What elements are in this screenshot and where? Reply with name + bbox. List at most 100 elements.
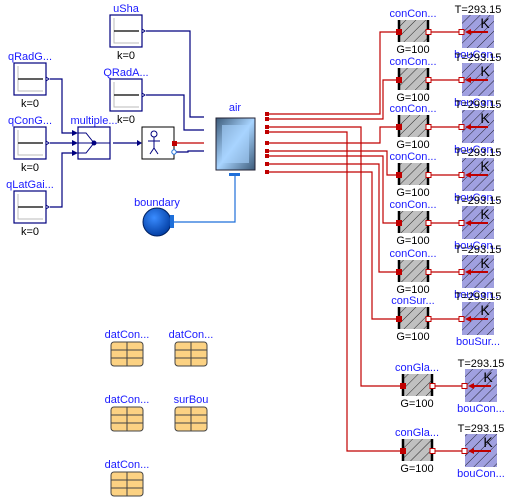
block-name: air <box>229 102 242 114</box>
connection-line <box>50 78 72 134</box>
connection-line <box>267 79 396 120</box>
data-record[interactable]: datCon... <box>105 459 150 497</box>
connection-line <box>146 30 204 118</box>
constant-source-block[interactable]: uSha k=0 <box>109 3 146 62</box>
fixed-temperature-boundary[interactable]: KT=293.15 bouCon... <box>457 423 505 480</box>
kelvin-icon: K <box>483 369 493 385</box>
heat-port[interactable] <box>265 112 269 116</box>
room-air-volume[interactable]: air <box>215 102 256 176</box>
thermal-conductor[interactable]: conCon... G=100 <box>389 199 436 247</box>
block-parameter: k=0 <box>21 98 39 110</box>
connection-line <box>267 171 396 320</box>
conductor-name: conCon... <box>389 248 436 260</box>
boundary-temperature: T=293.15 <box>455 52 502 64</box>
heat-port[interactable] <box>265 149 269 153</box>
data-record[interactable]: datCon... <box>105 329 150 367</box>
boundary-temperature: T=293.15 <box>455 99 502 111</box>
modelica-diagram: uSha k=0 QRadA... k=0 qRadG... k=0 qConG... k=0… <box>6 3 505 497</box>
connection-line <box>176 150 204 153</box>
boundary-temperature: T=293.15 <box>455 195 502 207</box>
record-name: datCon... <box>105 459 150 471</box>
conductor-parameter: G=100 <box>400 398 433 410</box>
kelvin-icon: K <box>483 434 493 450</box>
connection-line <box>267 163 396 273</box>
heat-port[interactable] <box>265 117 269 121</box>
boundary-temperature: T=293.15 <box>455 291 502 303</box>
block-name: QRadA... <box>103 67 148 79</box>
heat-port[interactable] <box>265 154 269 158</box>
block-parameter: k=0 <box>21 162 39 174</box>
connection-line <box>146 94 204 131</box>
conductor-name: conCon... <box>389 103 436 115</box>
conductor-name: conCon... <box>389 199 436 211</box>
boundary-temperature: T=293.15 <box>458 423 505 435</box>
conductor-parameter: G=100 <box>396 44 429 56</box>
boundary-name: bouCon... <box>457 403 505 415</box>
conductor-parameter: G=100 <box>400 463 433 475</box>
conductor-name: conCon... <box>389 56 436 68</box>
heat-port[interactable] <box>265 170 269 174</box>
boundary-temperature: T=293.15 <box>455 4 502 16</box>
heat-port[interactable] <box>265 162 269 166</box>
conductor-name: conCon... <box>389 151 436 163</box>
multiplex-block[interactable]: multiple... <box>70 115 118 160</box>
kelvin-icon: K <box>480 110 490 126</box>
block-name: boundary <box>134 197 180 209</box>
kelvin-icon: K <box>480 206 490 222</box>
kelvin-icon: K <box>480 15 490 31</box>
block-name: qConG... <box>8 115 52 127</box>
record-name: surBou <box>174 394 209 406</box>
block-parameter: k=0 <box>117 114 135 126</box>
fixed-temperature-boundary[interactable]: KT=293.15 bouSur... <box>455 291 502 348</box>
thermal-conductor[interactable]: conCon...G=100 <box>389 56 436 104</box>
thermal-conductor[interactable]: conCon... G=100 <box>389 103 436 151</box>
constant-source-block[interactable]: qLatGai... k=0 <box>6 179 54 238</box>
block-name: multiple... <box>70 115 117 127</box>
constant-source-block[interactable]: qRadG... k=0 <box>8 51 52 110</box>
constant-source-block[interactable]: qConG... k=0 <box>8 115 52 174</box>
kelvin-icon: K <box>480 158 490 174</box>
thermal-conductor[interactable]: conSur... G=100 <box>391 295 434 343</box>
conductor-parameter: G=100 <box>396 235 429 247</box>
conductor-name: conGla... <box>395 427 439 439</box>
connection-line <box>267 126 400 387</box>
thermal-conductor[interactable]: conCon... G=100 <box>389 151 436 199</box>
thermal-conductor[interactable]: conGla... G=100 <box>395 362 439 410</box>
fixed-temperature-boundary[interactable]: KT=293.15 bouCon... <box>457 358 505 415</box>
thermal-conductor[interactable]: conCon... G=100 <box>389 8 436 56</box>
record-name: datCon... <box>105 394 150 406</box>
conductor-parameter: G=100 <box>396 331 429 343</box>
block-name: uSha <box>113 3 140 15</box>
kelvin-icon: K <box>480 63 490 79</box>
heat-port[interactable] <box>265 125 269 129</box>
data-record[interactable]: surBou <box>174 394 209 432</box>
heat-port[interactable] <box>265 141 269 145</box>
kelvin-icon: K <box>480 302 490 318</box>
connection-line <box>267 131 400 452</box>
conductor-name: conGla... <box>395 362 439 374</box>
boundary-name: bouCon... <box>457 468 505 480</box>
heat-port[interactable] <box>265 130 269 134</box>
boundary-temperature: T=293.15 <box>458 358 505 370</box>
block-parameter: k=0 <box>117 50 135 62</box>
conductor-parameter: G=100 <box>396 187 429 199</box>
kelvin-icon: K <box>480 255 490 271</box>
block-parameter: k=0 <box>21 226 39 238</box>
boundary-temperature: T=293.15 <box>455 147 502 159</box>
conductor-name: conSur... <box>391 295 434 307</box>
boundary-temperature: T=293.15 <box>455 244 502 256</box>
conductor-parameter: G=100 <box>396 139 429 151</box>
conductor-name: conCon... <box>389 8 436 20</box>
data-record[interactable]: datCon... <box>169 329 214 367</box>
record-name: datCon... <box>169 329 214 341</box>
record-name: datCon... <box>105 329 150 341</box>
data-record[interactable]: datCon... <box>105 394 150 432</box>
connection-line <box>267 126 396 144</box>
thermal-conductor[interactable]: conCon...G=100 <box>389 248 436 296</box>
thermal-conductor[interactable]: conGla... G=100 <box>395 427 439 475</box>
fluid-boundary[interactable]: boundary <box>134 197 180 237</box>
boundary-name: bouSur... <box>456 336 500 348</box>
block-name: qRadG... <box>8 51 52 63</box>
block-name: qLatGai... <box>6 179 54 191</box>
human-heat-gain-block[interactable] <box>137 126 177 160</box>
